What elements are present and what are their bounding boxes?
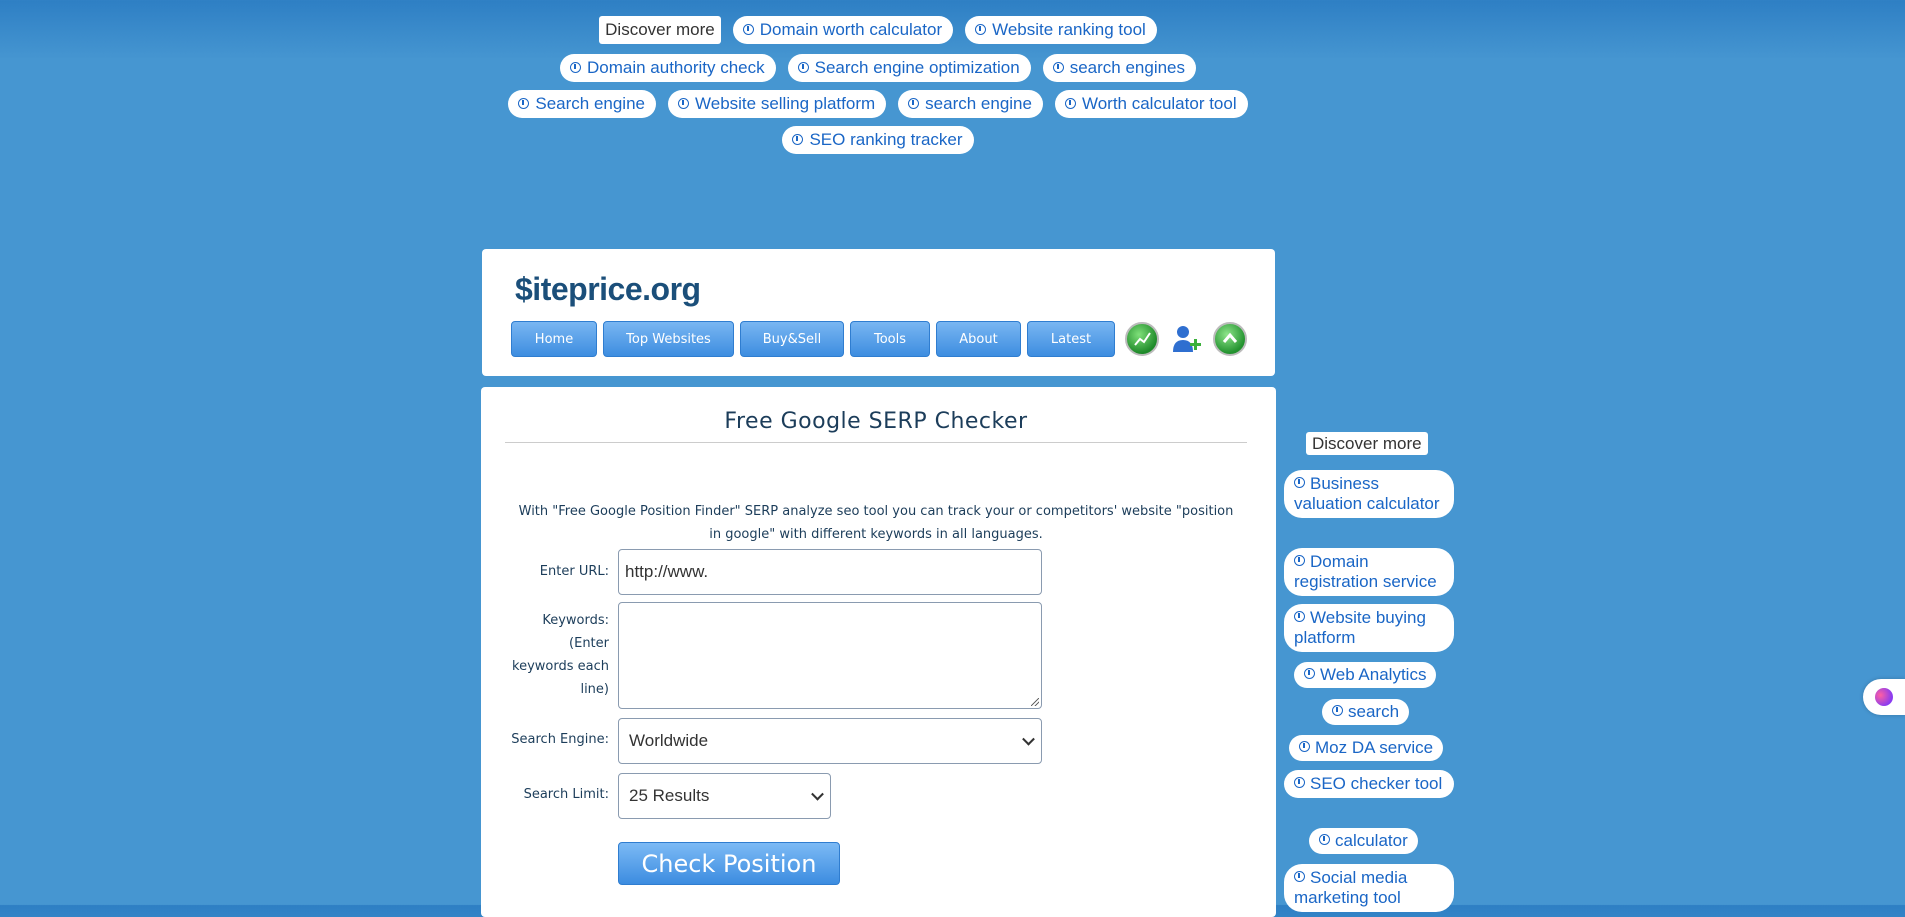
ad-arrow-icon (678, 98, 689, 109)
top-ads-row-2: Domain authority check Search engine opt… (0, 54, 1756, 82)
main-nav: Home Top Websites Buy&Sell Tools About L… (511, 321, 1247, 357)
chevron-down-icon (1022, 732, 1035, 746)
search-limit-label: Search Limit: (523, 787, 609, 802)
ad-chip[interactable]: Search engine (508, 90, 656, 118)
nav-top-websites[interactable]: Top Websites (603, 321, 734, 357)
ad-arrow-icon (1294, 611, 1305, 622)
graph-icon[interactable] (1125, 322, 1159, 356)
intro-text: With "Free Google Position Finder" SERP … (518, 504, 1234, 542)
ad-chip[interactable]: SEO ranking tracker (782, 126, 974, 154)
top-ads-row-3: Search engine Website selling platform s… (0, 90, 1756, 118)
ad-arrow-icon (518, 98, 530, 109)
resize-handle-icon[interactable] (1031, 698, 1039, 706)
ad-arrow-icon (797, 62, 809, 73)
search-engine-select[interactable]: Worldwide (618, 718, 1042, 764)
sidebar-discover-label: Discover more (1306, 432, 1428, 455)
ad-arrow-icon (1319, 834, 1330, 845)
brain-icon (1875, 688, 1893, 706)
page-title: Free Google SERP Checker (505, 409, 1247, 443)
top-ads-row-4: SEO ranking tracker (0, 126, 1756, 154)
ad-arrow-icon (975, 24, 987, 35)
ad-arrow-icon (1332, 705, 1343, 716)
check-position-button[interactable]: Check Position (618, 842, 840, 885)
scroll-up-icon[interactable] (1213, 322, 1247, 356)
nav-buy-sell[interactable]: Buy&Sell (740, 321, 844, 357)
ad-chip[interactable]: Website ranking tool (965, 16, 1157, 44)
sidebar-ad-chip[interactable]: Website buying platform (1284, 604, 1454, 652)
ad-chip[interactable]: search engines (1042, 54, 1197, 82)
nav-latest[interactable]: Latest (1027, 321, 1115, 357)
discover-more-label: Discover more (599, 16, 721, 44)
site-header: $iteprice.org Home Top Websites Buy&Sell… (482, 249, 1275, 376)
ad-arrow-icon (1064, 98, 1076, 109)
ad-arrow-icon (569, 62, 581, 73)
sidebar-ad-chip[interactable]: Business valuation calculator (1284, 470, 1454, 518)
url-label: Enter URL: (539, 564, 609, 579)
ad-arrow-icon (1294, 871, 1305, 882)
sidebar-ad-chip[interactable]: search (1322, 699, 1410, 725)
ad-chip[interactable]: Domain worth calculator (732, 16, 954, 44)
ad-chip[interactable]: search engine (898, 90, 1043, 118)
floating-assistant-tab[interactable] (1863, 679, 1905, 715)
top-ads-row-1: Discover more Domain worth calculator We… (0, 16, 1756, 44)
ad-arrow-icon (1294, 477, 1305, 488)
chevron-down-icon (811, 787, 824, 801)
keywords-textarea[interactable] (618, 602, 1042, 709)
nav-about[interactable]: About (936, 321, 1021, 357)
ad-arrow-icon (1304, 668, 1315, 679)
search-engine-label: Search Engine: (511, 732, 609, 747)
keywords-label: Keywords: (Enter keywords each line) (512, 613, 609, 697)
ad-arrow-icon (1294, 777, 1305, 788)
ad-chip[interactable]: Worth calculator tool (1054, 90, 1248, 118)
add-user-icon[interactable] (1169, 322, 1203, 356)
site-logo[interactable]: $iteprice.org (515, 271, 701, 308)
ad-chip[interactable]: Search engine optimization (787, 54, 1031, 82)
sidebar-ad-chip[interactable]: Web Analytics (1294, 662, 1437, 688)
ad-arrow-icon (792, 134, 804, 145)
ad-arrow-icon (908, 98, 920, 109)
nav-home[interactable]: Home (511, 321, 597, 357)
ad-arrow-icon (1299, 741, 1310, 752)
url-input[interactable]: http://www. (618, 549, 1042, 595)
ad-arrow-icon (1052, 62, 1064, 73)
ad-arrow-icon (742, 24, 754, 35)
ad-chip[interactable]: Website selling platform (668, 90, 887, 118)
serp-checker-panel: Free Google SERP Checker With "Free Goog… (481, 387, 1276, 917)
sidebar-ad-chip[interactable]: Domain registration service (1284, 548, 1454, 596)
search-limit-select[interactable]: 25 Results (618, 773, 831, 819)
sidebar-ad-chip[interactable]: Moz DA service (1289, 735, 1444, 761)
sidebar-ad-chip[interactable]: calculator (1309, 828, 1418, 854)
nav-tools[interactable]: Tools (850, 321, 930, 357)
ad-arrow-icon (1294, 555, 1305, 566)
ad-chip[interactable]: Domain authority check (559, 54, 776, 82)
sidebar-ad-chip[interactable]: SEO checker tool (1284, 770, 1454, 798)
